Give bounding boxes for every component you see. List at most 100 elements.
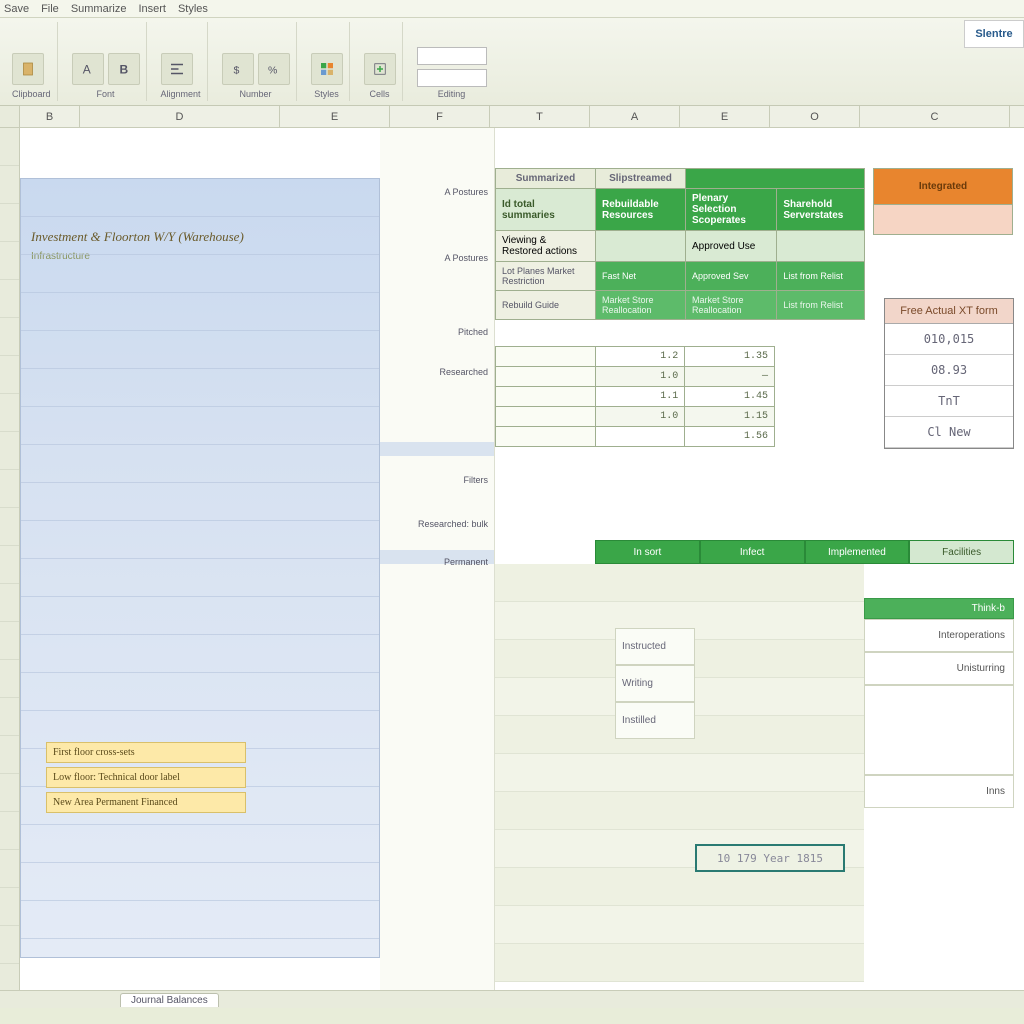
cell[interactable]: Integrated xyxy=(874,169,1013,205)
menu-item[interactable]: Insert xyxy=(138,3,166,15)
lower-cell[interactable]: Unisturring xyxy=(864,652,1014,685)
cell[interactable]: 1.2 xyxy=(595,347,685,367)
currency-icon[interactable]: $ xyxy=(222,53,254,85)
row-header[interactable] xyxy=(0,698,19,736)
word-cell[interactable]: Instructed xyxy=(615,628,695,665)
paste-icon[interactable] xyxy=(12,53,44,85)
cell[interactable]: Rebuild Guide xyxy=(496,291,596,320)
row-header[interactable] xyxy=(0,660,19,698)
row-header[interactable] xyxy=(0,128,19,166)
account-button[interactable]: Slentre xyxy=(964,20,1024,48)
cell[interactable]: Market Store Reallocation xyxy=(596,291,686,320)
cell[interactable]: 1.0 xyxy=(595,367,685,387)
cell[interactable] xyxy=(874,205,1013,235)
column-header[interactable]: C xyxy=(860,106,1010,127)
cell[interactable]: 1.35 xyxy=(685,347,775,367)
row-header[interactable] xyxy=(0,774,19,812)
row-header[interactable] xyxy=(0,584,19,622)
row-header[interactable] xyxy=(0,318,19,356)
cell[interactable]: — xyxy=(685,367,775,387)
column-header[interactable]: D xyxy=(80,106,280,127)
name-box[interactable] xyxy=(417,47,487,65)
menu-item[interactable]: File xyxy=(41,3,59,15)
cell[interactable]: Viewing & Restored actions xyxy=(496,231,596,262)
cell[interactable]: List from Relist xyxy=(777,291,865,320)
row-header[interactable] xyxy=(0,888,19,926)
lower-cell[interactable]: Interoperations xyxy=(864,619,1014,652)
cell[interactable]: Approved Sev xyxy=(686,262,777,291)
worksheet-grid[interactable]: Investment & Floorton W/Y (Warehouse) In… xyxy=(0,128,1024,1008)
cell[interactable]: Market Store Reallocation xyxy=(686,291,777,320)
result-value[interactable]: 08.93 xyxy=(885,355,1013,386)
row-header[interactable] xyxy=(0,394,19,432)
align-icon[interactable] xyxy=(161,53,193,85)
cell[interactable] xyxy=(496,367,596,387)
cell[interactable]: Sharehold Serverstates xyxy=(777,189,865,231)
row-header[interactable] xyxy=(0,812,19,850)
lower-cell[interactable] xyxy=(864,685,1014,775)
row-header[interactable] xyxy=(0,432,19,470)
word-cell[interactable]: Instilled xyxy=(615,702,695,739)
cell[interactable]: Fast Net xyxy=(596,262,686,291)
cell[interactable]: Summarized xyxy=(496,169,596,189)
row-header[interactable] xyxy=(0,204,19,242)
styles-icon[interactable] xyxy=(311,53,343,85)
section-header-cell[interactable]: Facilities xyxy=(909,540,1014,564)
bold-icon[interactable]: B xyxy=(108,53,140,85)
cell[interactable]: Slipstreamed xyxy=(596,169,686,189)
cell[interactable] xyxy=(595,427,685,447)
font-icon[interactable]: A xyxy=(72,53,104,85)
row-header[interactable] xyxy=(0,242,19,280)
column-header[interactable]: B xyxy=(20,106,80,127)
column-header[interactable]: E xyxy=(680,106,770,127)
active-cell[interactable]: 10 179 Year 1815 xyxy=(695,844,845,872)
insert-icon[interactable] xyxy=(364,53,396,85)
row-header[interactable] xyxy=(0,470,19,508)
cell[interactable] xyxy=(596,231,686,262)
section-header-cell[interactable]: In sort xyxy=(595,540,700,564)
cell[interactable]: Rebuildable Resources xyxy=(596,189,686,231)
cell[interactable]: List from Relist xyxy=(777,262,865,291)
cell[interactable] xyxy=(496,387,596,407)
cell[interactable] xyxy=(496,427,596,447)
result-value[interactable]: Cl New xyxy=(885,417,1013,448)
row-header[interactable] xyxy=(0,508,19,546)
row-header[interactable] xyxy=(0,736,19,774)
cell[interactable]: 1.0 xyxy=(595,407,685,427)
row-header[interactable] xyxy=(0,926,19,964)
menu-item[interactable]: Summarize xyxy=(71,3,127,15)
row-header[interactable] xyxy=(0,622,19,660)
cell[interactable]: Id total summaries xyxy=(496,189,596,231)
menu-item[interactable]: Styles xyxy=(178,3,208,15)
menu-item[interactable]: Save xyxy=(4,3,29,15)
column-header[interactable]: E xyxy=(280,106,390,127)
cell[interactable] xyxy=(496,347,596,367)
cell[interactable]: 1.56 xyxy=(685,427,775,447)
cell[interactable]: 1.45 xyxy=(685,387,775,407)
note-cell[interactable]: First floor cross-sets xyxy=(46,742,246,763)
result-value[interactable]: 010,015 xyxy=(885,324,1013,355)
find-box[interactable] xyxy=(417,69,487,87)
row-header[interactable] xyxy=(0,546,19,584)
section-header-cell[interactable]: Implemented xyxy=(805,540,910,564)
note-cell[interactable]: New Area Permanent Financed xyxy=(46,792,246,813)
cell[interactable]: Approved Use xyxy=(686,231,777,262)
sheet-tab[interactable]: Journal Balances xyxy=(120,993,219,1007)
word-cell[interactable]: Writing xyxy=(615,665,695,702)
row-header[interactable] xyxy=(0,166,19,204)
column-header[interactable]: A xyxy=(590,106,680,127)
section-header-cell[interactable]: Infect xyxy=(700,540,805,564)
cell[interactable]: 1.15 xyxy=(685,407,775,427)
cell[interactable] xyxy=(686,169,865,189)
column-header[interactable]: T xyxy=(490,106,590,127)
lower-cell[interactable]: Inns xyxy=(864,775,1014,808)
row-header[interactable] xyxy=(0,356,19,394)
select-all-corner[interactable] xyxy=(0,106,20,127)
cell[interactable]: 1.1 xyxy=(595,387,685,407)
cell[interactable] xyxy=(496,407,596,427)
cell[interactable]: Plenary Selection Scoperates xyxy=(686,189,777,231)
percent-icon[interactable]: % xyxy=(258,53,290,85)
note-cell[interactable]: Low floor: Technical door label xyxy=(46,767,246,788)
column-header[interactable]: F xyxy=(390,106,490,127)
row-header[interactable] xyxy=(0,850,19,888)
